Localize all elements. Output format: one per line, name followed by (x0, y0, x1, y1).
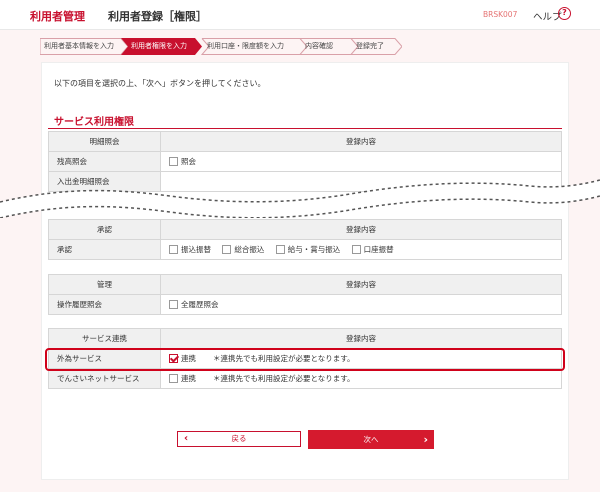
back-button-label: 戻る (231, 434, 247, 443)
all-history-option[interactable]: 全履歴照会 (169, 299, 219, 310)
balance-inquiry-option[interactable]: 照会 (169, 156, 196, 167)
instruction-text: 以下の項目を選択の上、「次へ」ボタンを押してください。 (54, 79, 266, 88)
inquiry-header-left: 明細照会 (48, 131, 161, 152)
balance-inquiry-label: 残高照会 (48, 151, 161, 172)
approval-row-label: 承認 (48, 239, 161, 260)
checkbox-icon[interactable] (169, 374, 178, 383)
highlight-box (45, 348, 565, 371)
page-title: 利用者登録［権限］ (108, 10, 207, 23)
approval-option-account-transfer[interactable]: 口座振替 (351, 244, 394, 255)
service-header-right: 登録内容 (160, 328, 562, 349)
approval-header-right: 登録内容 (160, 219, 562, 240)
step-confirm: 内容確認 (305, 42, 333, 50)
checkbox-icon[interactable] (169, 157, 178, 166)
brand-label: 利用者管理 (30, 10, 85, 23)
back-button[interactable]: ‹ 戻る (177, 431, 301, 447)
section-divider (48, 128, 562, 129)
operation-history-cell: 全履歴照会 (160, 294, 562, 315)
densai-note: ＊連携先でも利用設定が必要となります。 (213, 374, 355, 383)
approval-option-transfer[interactable]: 振込振替 (169, 244, 211, 255)
approval-table: 承認 登録内容 承認 振込振替 総合振込 給与・賞与振込 口座振替 (48, 219, 562, 260)
checkbox-icon[interactable] (351, 245, 361, 254)
management-table: 管理 登録内容 操作履歴照会 全履歴照会 (48, 274, 562, 315)
page-break-wave (0, 179, 600, 218)
management-header-right: 登録内容 (160, 274, 562, 295)
densai-link-option[interactable]: 連携 (169, 373, 196, 384)
approval-options-cell: 振込振替 総合振込 給与・賞与振込 口座振替 (160, 239, 562, 260)
checkbox-icon[interactable] (275, 245, 285, 254)
inquiry-header-right: 登録内容 (160, 131, 562, 152)
app-header: 利用者管理 利用者登録［権限］ BRSK007 ヘルプ ? (0, 0, 600, 30)
section-title: サービス利用権限 (54, 117, 134, 128)
approval-header-left: 承認 (48, 219, 161, 240)
step-accounts-limits: 利用口座・限度額を入力 (207, 42, 284, 50)
approval-option-bulk-transfer[interactable]: 総合振込 (222, 244, 264, 255)
approval-option-salary-transfer[interactable]: 給与・賞与振込 (275, 244, 340, 255)
densai-service-cell: 連携 ＊連携先でも利用設定が必要となります。 (160, 368, 562, 389)
checkbox-icon[interactable] (222, 245, 232, 254)
balance-inquiry-cell: 照会 (160, 151, 562, 172)
checkbox-icon[interactable] (169, 245, 178, 254)
chevron-left-icon: ‹ (184, 433, 189, 444)
progress-steps: 利用者基本情報を入力 利用者権限を入力 利用口座・限度額を入力 内容確認 登録完… (40, 38, 395, 55)
checkbox-icon[interactable] (169, 300, 178, 309)
operation-history-label: 操作履歴照会 (48, 294, 161, 315)
step-basic-info: 利用者基本情報を入力 (44, 42, 114, 50)
help-icon[interactable]: ? (558, 7, 571, 20)
chevron-right-icon: › (423, 433, 428, 446)
densai-service-label: でんさいネットサービス (48, 368, 161, 389)
screen-code: BRSK007 (483, 10, 518, 19)
step-complete: 登録完了 (356, 42, 384, 50)
management-header-left: 管理 (48, 274, 161, 295)
step-permissions: 利用者権限を入力 (121, 38, 202, 55)
service-header-left: サービス連携 (48, 328, 161, 349)
next-button-label: 次へ (363, 435, 379, 444)
next-button[interactable]: 次へ › (308, 430, 434, 449)
